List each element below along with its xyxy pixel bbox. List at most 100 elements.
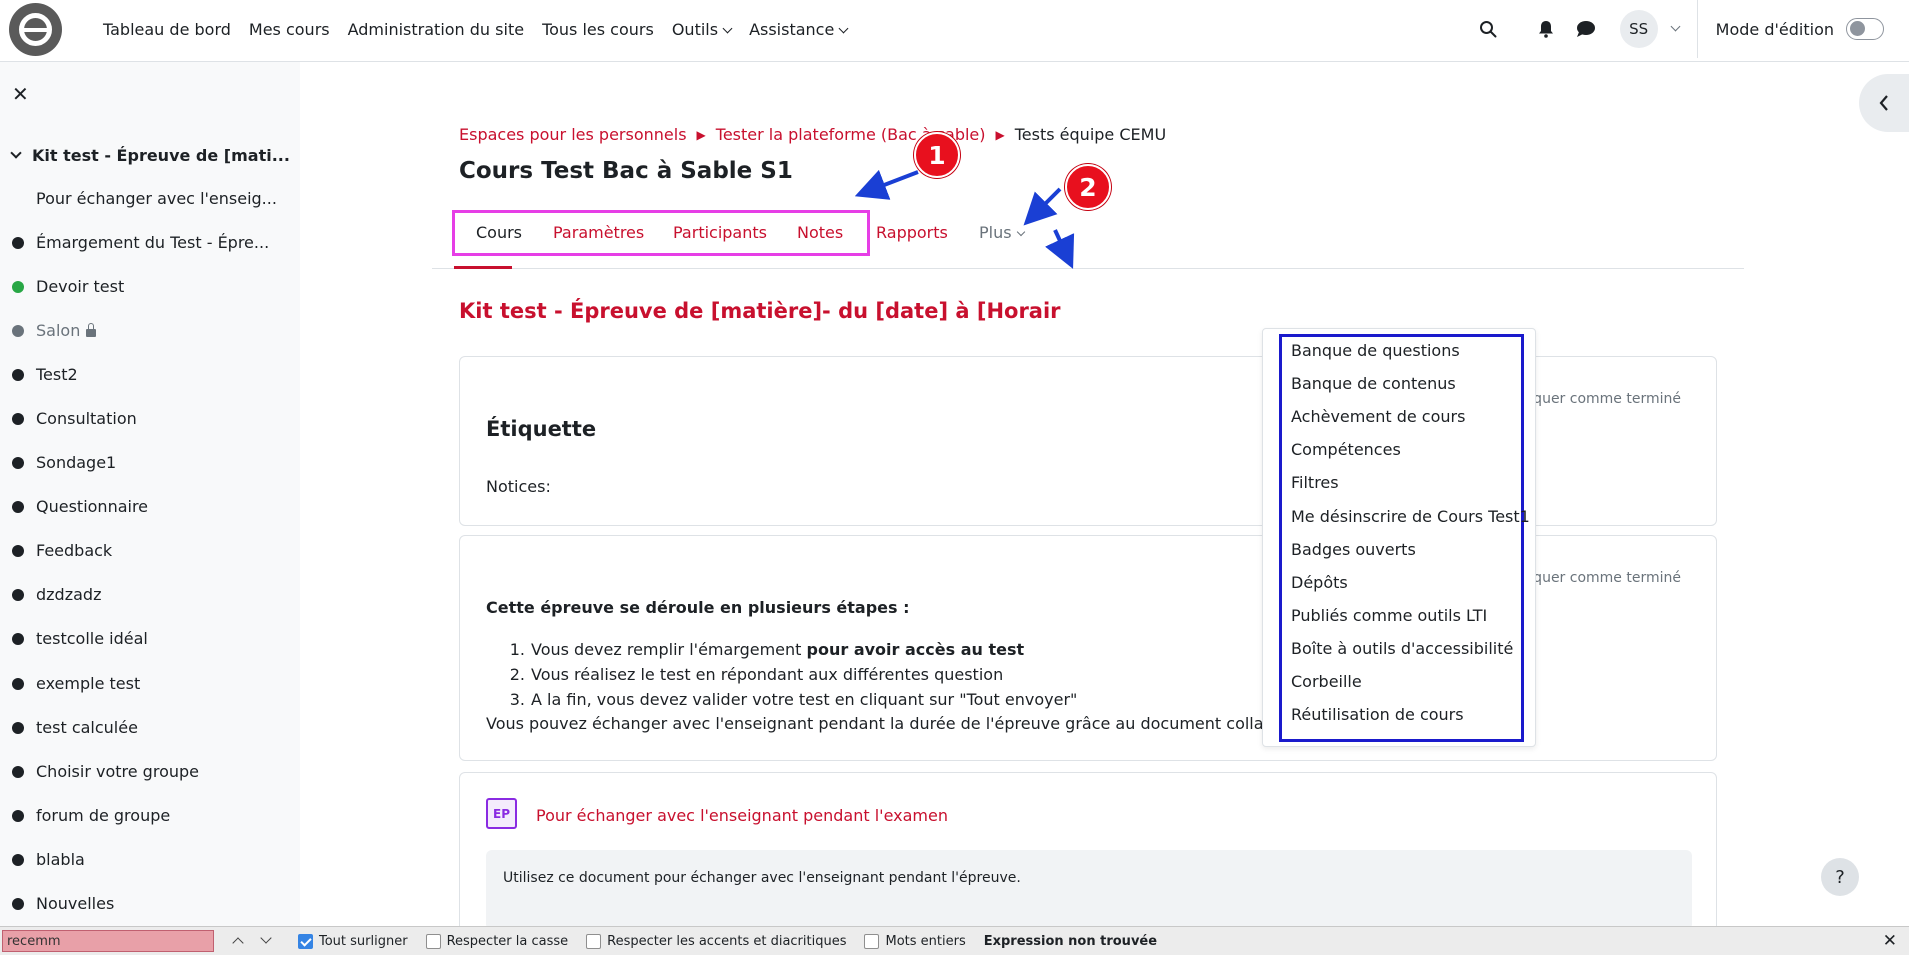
tab-reports[interactable]: Rapports (876, 223, 948, 242)
logo-icon[interactable] (9, 3, 62, 56)
menu-item-recycle-bin[interactable]: Corbeille (1291, 672, 1362, 691)
section-title: Kit test - Épreuve de [matière]- du [dat… (459, 299, 1061, 323)
sidebar-item[interactable]: Émargement du Test - Épre... (12, 233, 269, 252)
nav-menu-help-label: Assistance (749, 19, 835, 39)
find-option-match-diacritics[interactable]: Respecter les accents et diacritiques (586, 933, 847, 949)
more-dropdown-menu: Banque de questions Banque de contenus A… (1262, 328, 1536, 747)
sidebar-item-label: Pour échanger avec l'enseig... (36, 189, 277, 208)
status-dot (12, 632, 24, 645)
chevron-down-icon (1016, 227, 1025, 237)
menu-item-accessibility-toolkit[interactable]: Boîte à outils d'accessibilité (1291, 639, 1513, 658)
sidebar-item[interactable]: blabla (12, 850, 85, 869)
search-icon[interactable] (1468, 9, 1508, 49)
status-dot (12, 765, 24, 778)
nav-menu-tools[interactable]: Outils (663, 20, 740, 39)
navbar-user-area: SS Mode d'édition (1468, 0, 1909, 58)
list-item: 1. Vous devez remplir l'émargement pour a… (486, 640, 1077, 665)
menu-item-content-bank[interactable]: Banque de contenus (1291, 374, 1456, 393)
status-dot (12, 853, 24, 866)
annotation-highlight-box-blue: Banque de questions Banque de contenus A… (1279, 334, 1530, 742)
status-dot (12, 544, 24, 557)
find-option-whole-words[interactable]: Mots entiers (864, 933, 966, 949)
find-option-highlight-all[interactable]: Tout surligner (298, 933, 408, 949)
sidebar-item-label: Devoir test (36, 277, 125, 296)
sidebar-item[interactable]: Test2 (12, 365, 78, 384)
open-block-drawer-button[interactable] (1859, 74, 1909, 132)
list-item: 2. Vous réalisez le test en répondant aux… (486, 665, 1077, 690)
nav-link-dashboard[interactable]: Tableau de bord (103, 20, 240, 39)
sidebar-item-etherpad[interactable]: Pour échanger avec l'enseig... (36, 189, 277, 208)
sidebar-item-label: test calculée (36, 718, 138, 737)
step-text-bold: pour avoir accès au test (806, 640, 1025, 659)
top-navbar: Tableau de bord Mes cours Administration… (0, 0, 1909, 62)
sidebar-item-label: Nouvelles (36, 894, 115, 913)
sidebar-item[interactable]: exemple test (12, 674, 140, 693)
step-number: 1. (509, 640, 525, 659)
sidebar-item-label: Feedback (36, 541, 113, 560)
step-number: 3. (509, 690, 525, 709)
sidebar-item[interactable]: Questionnaire (12, 497, 148, 516)
checkbox[interactable] (298, 933, 313, 949)
sidebar-section-header[interactable]: Kit test - Épreuve de [mati... (10, 146, 290, 165)
sidebar-item[interactable]: Sondage1 (12, 453, 116, 472)
help-button[interactable]: ? (1821, 858, 1859, 896)
chat-icon[interactable] (1566, 9, 1606, 49)
nav-menu-help[interactable]: Assistance (740, 20, 856, 39)
menu-item-lti-tools[interactable]: Publiés comme outils LTI (1291, 606, 1487, 625)
chevron-down-icon[interactable] (1670, 21, 1681, 31)
menu-item-unenrol[interactable]: Me désinscrire de Cours Test1 (1291, 507, 1530, 526)
sidebar-item[interactable]: Nouvelles (12, 894, 114, 913)
sidebar-item[interactable]: dzdzadz (12, 585, 101, 604)
nav-link-site-admin[interactable]: Administration du site (339, 20, 533, 39)
sidebar-item[interactable]: test calculée (12, 718, 138, 737)
tab-more[interactable]: Plus (979, 223, 1025, 242)
menu-item-repositories[interactable]: Dépôts (1291, 573, 1348, 592)
find-next-button[interactable] (252, 932, 280, 945)
sidebar-item[interactable]: forum de groupe (12, 806, 170, 825)
breadcrumb-current: Tests équipe CEMU (1014, 125, 1167, 144)
menu-item-course-reuse[interactable]: Réutilisation de cours (1291, 705, 1464, 724)
nav-link-all-courses[interactable]: Tous les cours (533, 20, 663, 39)
find-option-label: Tout surligner (319, 933, 408, 949)
find-option-match-case[interactable]: Respecter la casse (425, 933, 568, 949)
find-option-label: Respecter les accents et diacritiques (607, 933, 847, 949)
sidebar-item[interactable]: Feedback (12, 541, 112, 560)
checkbox[interactable] (864, 933, 880, 949)
status-dot (12, 588, 24, 601)
activity-card-etherpad: EP Pour échanger avec l'enseignant penda… (459, 772, 1717, 952)
sidebar-item-label: testcolle idéal (36, 629, 148, 648)
avatar[interactable]: SS (1619, 10, 1658, 48)
sidebar-item-label: Sondage1 (36, 453, 117, 472)
menu-item-question-bank[interactable]: Banque de questions (1291, 341, 1460, 360)
sidebar-item[interactable]: Devoir test (12, 277, 124, 296)
sidebar-item[interactable]: Choisir votre groupe (12, 762, 199, 781)
menu-item-filters[interactable]: Filtres (1291, 473, 1339, 492)
navbar-divider (1696, 0, 1698, 58)
sidebar-item[interactable]: Salon (12, 321, 97, 340)
close-icon[interactable]: ✕ (12, 82, 29, 106)
find-previous-button[interactable] (224, 937, 252, 949)
menu-item-course-completion[interactable]: Achèvement de cours (1291, 407, 1465, 426)
chevron-down-icon (838, 23, 849, 33)
sidebar-item-label: Salon (36, 321, 81, 340)
status-dot (12, 721, 24, 734)
find-input[interactable] (2, 930, 214, 952)
edit-mode-toggle[interactable] (1846, 18, 1884, 40)
sidebar-item-label: blabla (36, 850, 85, 869)
breadcrumb-separator-icon: ▶ (995, 127, 1005, 142)
active-tab-indicator (454, 266, 512, 269)
annotation-marker-2: 2 (1065, 164, 1111, 210)
sidebar-item[interactable]: Consultation (12, 409, 137, 428)
status-dot (12, 236, 24, 249)
activity-link[interactable]: Pour échanger avec l'enseignant pendant … (536, 806, 948, 825)
close-icon[interactable]: ✕ (1883, 931, 1897, 951)
menu-item-open-badges[interactable]: Badges ouverts (1291, 540, 1416, 559)
sidebar-item[interactable]: testcolle idéal (12, 629, 148, 648)
checkbox[interactable] (425, 933, 441, 949)
menu-item-competencies[interactable]: Compétences (1291, 440, 1401, 459)
nav-link-my-courses[interactable]: Mes cours (240, 20, 339, 39)
checkbox[interactable] (586, 933, 602, 949)
breadcrumb-link[interactable]: Espaces pour les personnels (459, 125, 687, 144)
sidebar-item-label: Test2 (36, 365, 78, 384)
bell-icon[interactable] (1526, 9, 1566, 49)
